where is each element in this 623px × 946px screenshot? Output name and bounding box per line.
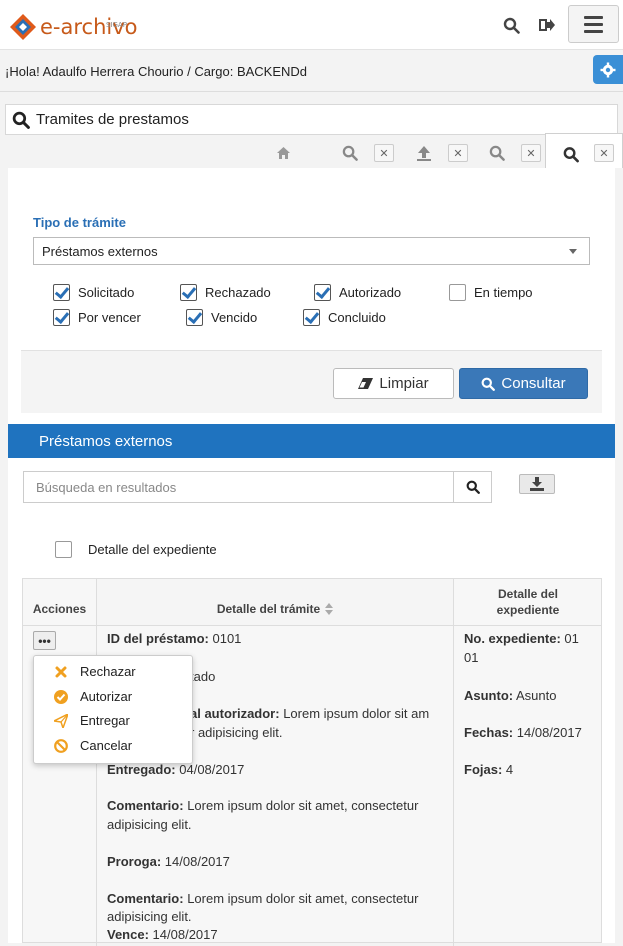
detail-no-expediente-cont: 01 (464, 650, 479, 665)
page-title-bar: Tramites de prestamos (5, 104, 618, 135)
settings-button[interactable] (593, 55, 623, 84)
column-header-acciones: Acciones (23, 579, 97, 626)
detail-proroga: Proroga: 14/08/2017 (107, 854, 230, 869)
eraser-icon (358, 378, 374, 389)
dropdown-item-cancelar[interactable]: Cancelar (54, 738, 132, 753)
detail-comentario-1-cont: adipisicing elit. (107, 817, 192, 832)
download-button[interactable] (519, 474, 555, 494)
detail-comentario-1: Comentario: Lorem ipsum dolor sit amet, … (107, 798, 419, 813)
checkbox-box[interactable] (53, 284, 70, 301)
close-icon[interactable]: ✕ (521, 144, 541, 162)
tabs-row: ✕ ✕ ✕ (0, 136, 623, 168)
checkbox-autorizado[interactable]: Autorizado (314, 284, 401, 301)
top-navbar: e-archivo SIGAP (0, 0, 623, 50)
checkbox-box[interactable] (303, 309, 320, 326)
detail-autorizador: al autorizador: Lorem ipsum dolor sit am (190, 706, 430, 721)
upload-icon[interactable] (416, 145, 432, 161)
checkbox-box[interactable] (180, 284, 197, 301)
download-icon (530, 477, 544, 491)
row-actions-dropdown: Rechazar Autorizar Entregar Cancelar (33, 655, 193, 764)
check-circle-icon (54, 689, 68, 704)
checkbox-box[interactable] (186, 309, 203, 326)
detail-id: ID del préstamo: 0101 (107, 631, 242, 646)
detail-autorizador-cont: r adipisicing elit. (190, 725, 283, 740)
row-actions-button[interactable]: ••• (33, 631, 56, 650)
results-header: Préstamos externos (8, 424, 615, 458)
tipo-tramite-label: Tipo de trámite (33, 215, 126, 230)
search-icon (481, 377, 496, 391)
menu-toggle-button[interactable] (568, 5, 619, 43)
limpiar-button[interactable]: Limpiar (333, 368, 454, 399)
dropdown-item-rechazar[interactable]: Rechazar (55, 664, 136, 679)
detail-fojas: Fojas: 4 (464, 762, 514, 777)
close-icon[interactable]: ✕ (594, 144, 614, 162)
ban-icon (54, 738, 68, 753)
caret-down-icon (569, 249, 577, 254)
page-title: Tramites de prestamos (36, 111, 189, 128)
detail-fechas: Fechas: 14/08/2017 (464, 725, 582, 740)
detail-vence: Vence: 14/08/2017 (107, 927, 218, 942)
checkbox-por-vencer[interactable]: Por vencer (53, 309, 141, 326)
checkbox-solicitado[interactable]: Solicitado (53, 284, 134, 301)
checkbox-box[interactable] (449, 284, 466, 301)
detail-comentario-2-cont: adipisicing elit. (107, 909, 192, 924)
consultar-button[interactable]: Consultar (459, 368, 588, 399)
results-search-button[interactable] (453, 471, 492, 503)
dropdown-item-entregar[interactable]: Entregar (54, 713, 130, 728)
detail-estado: tado (190, 669, 216, 684)
checkbox-vencido[interactable]: Vencido (186, 309, 257, 326)
logo-subtitle: SIGAP (106, 21, 127, 29)
tab-active[interactable]: ✕ (545, 133, 623, 168)
search-icon[interactable] (498, 12, 524, 38)
results-search-input[interactable]: Búsqueda en resultados (23, 471, 454, 503)
close-icon[interactable]: ✕ (448, 144, 468, 162)
search-icon[interactable] (342, 145, 358, 161)
gear-icon (600, 62, 616, 77)
tipo-tramite-value: Préstamos externos (42, 244, 158, 259)
checkbox-en-tiempo[interactable]: En tiempo (449, 284, 533, 301)
column-header-detalle-tramite[interactable]: Detalle del trámite (97, 579, 454, 626)
detail-no-expediente: No. expediente: 01 (464, 631, 579, 646)
checkbox-rechazado[interactable]: Rechazado (180, 284, 271, 301)
checkbox-box[interactable] (55, 541, 72, 558)
checkbox-box[interactable] (53, 309, 70, 326)
close-icon[interactable]: ✕ (374, 144, 394, 162)
sort-icon (325, 603, 334, 615)
search-icon[interactable] (489, 145, 505, 161)
detail-comentario-2: Comentario: Lorem ipsum dolor sit amet, … (107, 891, 419, 906)
search-icon (466, 480, 480, 494)
checkbox-box[interactable] (314, 284, 331, 301)
logout-icon[interactable] (534, 12, 560, 38)
greeting-bar: ¡Hola! Adaulfo Herrera Chourio / Cargo: … (0, 51, 623, 92)
dropdown-item-autorizar[interactable]: Autorizar (54, 689, 132, 704)
detail-asunto: Asunto: Asunto (464, 688, 557, 703)
detalle-expediente-checkbox[interactable]: Detalle del expediente (55, 541, 217, 558)
paper-plane-icon (54, 713, 68, 728)
home-icon[interactable] (275, 145, 291, 161)
tipo-tramite-select[interactable]: Préstamos externos (33, 237, 590, 265)
x-icon (55, 666, 67, 677)
logo-icon (10, 14, 36, 40)
checkbox-concluido[interactable]: Concluido (303, 309, 386, 326)
search-icon (12, 111, 30, 129)
search-icon (563, 146, 579, 162)
user-greeting: ¡Hola! Adaulfo Herrera Chourio / Cargo: … (5, 64, 308, 79)
column-header-detalle-expediente: Detalle del expediente (454, 579, 602, 626)
